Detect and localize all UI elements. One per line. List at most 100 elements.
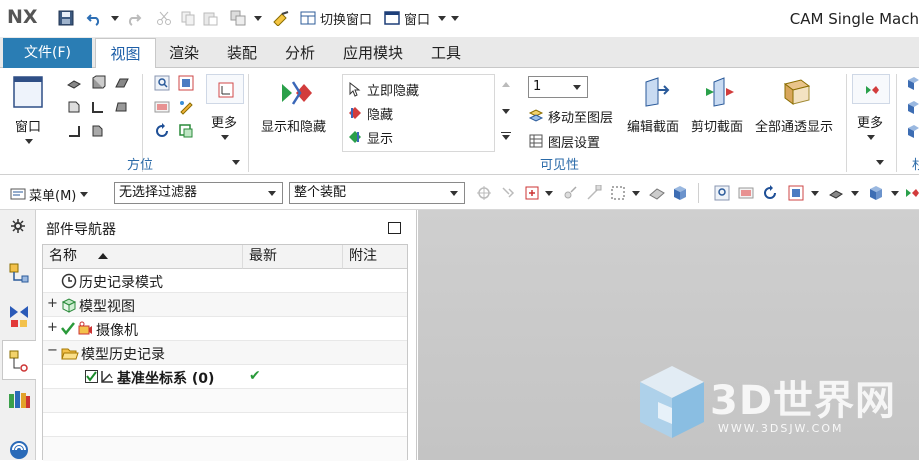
- render-style-icon[interactable]: [828, 185, 844, 201]
- tree-row-history-mode[interactable]: 历史记录模式: [43, 269, 407, 293]
- select-all-dropdown-icon[interactable]: [545, 191, 553, 196]
- save-icon[interactable]: [58, 10, 74, 26]
- rotate-icon[interactable]: [154, 123, 170, 139]
- zoom-window-icon-2[interactable]: [738, 185, 754, 201]
- expand-icon[interactable]: +: [47, 296, 58, 311]
- constraint-navigator-icon[interactable]: [8, 304, 30, 328]
- tab-assembly[interactable]: 装配: [218, 38, 266, 68]
- edit-section-button[interactable]: 编辑截面: [626, 72, 686, 152]
- window-dropdown-icon[interactable]: [438, 16, 446, 21]
- partial-cube-icon-2[interactable]: [906, 100, 919, 116]
- menu-button[interactable]: 菜单(M): [10, 184, 89, 204]
- touch-mode-icon[interactable]: [272, 10, 290, 26]
- switch-window-button[interactable]: 切换窗口: [300, 9, 372, 28]
- all-see-through-button[interactable]: 全部通透显示: [754, 72, 842, 152]
- partial-cube-icon-3[interactable]: [906, 124, 919, 140]
- tree-row-camera[interactable]: + 摄像机: [43, 317, 407, 341]
- web-browser-icon[interactable]: [8, 436, 30, 460]
- orientation-more-dropdown-icon[interactable]: [221, 135, 229, 140]
- repeat-command-icon[interactable]: [230, 10, 246, 26]
- show-item[interactable]: 显示: [347, 127, 393, 147]
- paste-icon[interactable]: [202, 10, 218, 26]
- checkbox-checked-icon[interactable]: [85, 370, 98, 383]
- part-navigator-tab[interactable]: [2, 340, 36, 380]
- zoom-fit-icon-2[interactable]: [714, 185, 730, 201]
- orient-view-dropdown-icon[interactable]: [811, 191, 819, 196]
- view-top-icon[interactable]: [114, 75, 130, 91]
- background-icon[interactable]: [868, 185, 884, 201]
- hide-item[interactable]: 隐藏: [347, 103, 393, 123]
- fit-icon[interactable]: [178, 75, 194, 91]
- collapse-icon[interactable]: −: [47, 343, 58, 358]
- expand-icon[interactable]: +: [47, 320, 58, 335]
- selection-scope-select[interactable]: 整个装配: [289, 182, 465, 204]
- tree-row-model-views[interactable]: + 模型视图: [43, 293, 407, 317]
- show-hide-button[interactable]: 显示和隐藏: [256, 72, 338, 152]
- rectangle-select-icon[interactable]: [610, 185, 626, 201]
- window-ribbon-button[interactable]: 窗口: [6, 72, 52, 152]
- general-selection-icon[interactable]: [476, 185, 492, 201]
- column-header-latest[interactable]: 最新: [243, 245, 343, 269]
- maximize-icon[interactable]: [388, 222, 401, 234]
- cut-icon[interactable]: [156, 10, 172, 26]
- orient-view-icon-2[interactable]: [788, 185, 804, 201]
- select-all-icon[interactable]: [524, 185, 540, 201]
- customize-quick-access-icon[interactable]: [451, 16, 459, 21]
- graphics-viewport[interactable]: 3D世界网 WWW.3DSJW.COM: [418, 210, 919, 460]
- column-header-note[interactable]: 附注: [343, 245, 407, 269]
- tab-view[interactable]: 视图: [95, 38, 156, 69]
- view-trimetric-icon[interactable]: [66, 75, 82, 91]
- render-style-dropdown-icon[interactable]: [851, 191, 859, 196]
- snap-end-icon[interactable]: [586, 185, 602, 201]
- rectangle-select-dropdown-icon[interactable]: [632, 191, 640, 196]
- rotate-icon-2[interactable]: [762, 185, 778, 201]
- layer-select[interactable]: 1: [528, 76, 588, 98]
- tab-tools[interactable]: 工具: [422, 38, 470, 68]
- layer-settings-button[interactable]: 图层设置: [528, 131, 600, 151]
- display-mode-icon[interactable]: [178, 123, 194, 139]
- view-isometric-icon[interactable]: [90, 75, 106, 91]
- orientation-more-icon-box[interactable]: [206, 74, 244, 104]
- tab-render[interactable]: 渲染: [160, 38, 208, 68]
- group-orientation-expand-icon[interactable]: [232, 160, 240, 165]
- visibility-more-label[interactable]: 更多: [857, 112, 883, 131]
- immediate-hide-item[interactable]: 立即隐藏: [347, 79, 419, 99]
- background-dropdown-icon[interactable]: [891, 191, 899, 196]
- window-menu-button[interactable]: 窗口: [384, 9, 430, 28]
- cube-view-icon[interactable]: [672, 185, 688, 201]
- tab-application[interactable]: 应用模块: [334, 38, 412, 68]
- pan-icon[interactable]: [154, 99, 170, 115]
- file-menu-tab[interactable]: 文件(F): [3, 38, 92, 68]
- view-right-icon[interactable]: [90, 99, 106, 115]
- partial-cube-icon-1[interactable]: [906, 76, 919, 92]
- view-left-icon[interactable]: [114, 99, 130, 115]
- settings-gear-icon[interactable]: [10, 218, 26, 234]
- redo-icon[interactable]: [126, 10, 142, 26]
- undo-icon[interactable]: [86, 10, 102, 26]
- gallery-expand-icon[interactable]: [501, 132, 511, 140]
- gallery-scroll-up-icon[interactable]: [502, 82, 510, 87]
- visibility-more-icon-box[interactable]: [852, 74, 890, 104]
- section-toggle-icon[interactable]: [904, 185, 919, 201]
- gallery-scroll-down-icon[interactable]: [502, 109, 510, 114]
- clip-section-button[interactable]: 剪切截面: [690, 72, 750, 152]
- shading-icon[interactable]: [178, 99, 194, 115]
- undo-dropdown-icon[interactable]: [111, 16, 119, 21]
- group-visibility-expand-icon[interactable]: [876, 160, 884, 165]
- view-back-icon[interactable]: [90, 123, 106, 139]
- move-to-layer-button[interactable]: 移动至图层: [528, 106, 613, 126]
- tab-analysis[interactable]: 分析: [276, 38, 324, 68]
- selection-filter-select[interactable]: 无选择过滤器: [114, 182, 283, 204]
- orientation-more-label[interactable]: 更多: [211, 112, 237, 131]
- repeat-dropdown-icon[interactable]: [254, 16, 262, 21]
- view-front-icon[interactable]: [66, 99, 82, 115]
- view-bottom-icon[interactable]: [66, 123, 82, 139]
- copy-icon[interactable]: [180, 10, 196, 26]
- visibility-more-dropdown-icon[interactable]: [867, 135, 875, 140]
- reuse-library-icon[interactable]: [7, 388, 31, 410]
- tree-row-datum-csys[interactable]: 基准坐标系 (0) ✔: [43, 365, 407, 389]
- snap-point-icon[interactable]: [562, 185, 578, 201]
- assembly-navigator-icon[interactable]: [8, 262, 30, 284]
- select-feature-icon[interactable]: [500, 185, 516, 201]
- column-header-name[interactable]: 名称: [43, 245, 243, 269]
